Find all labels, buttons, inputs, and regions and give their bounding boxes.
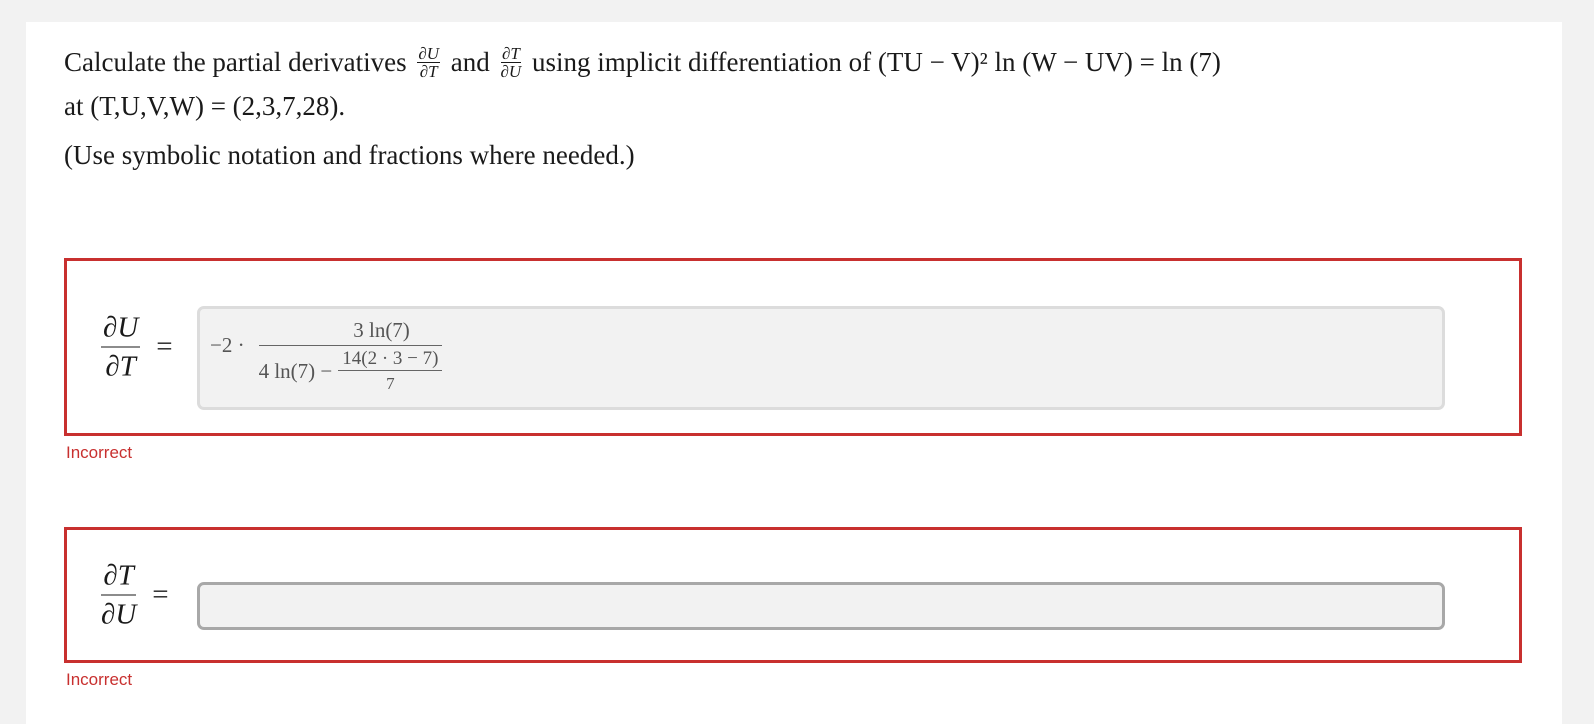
equals-sign: = xyxy=(156,330,173,363)
question-suffix: using implicit differentiation of (TU − … xyxy=(531,47,1221,77)
question-text: Calculate the partial derivatives ∂U ∂T … xyxy=(64,40,1524,128)
expr-fraction: 3 ln(7) 4 ln(7) − 14(2 · 3 − 7) 7 xyxy=(258,317,443,395)
expr-den-left: 4 ln(7) − xyxy=(258,359,333,383)
question-prefix: Calculate the partial derivatives xyxy=(64,47,407,77)
expr-denominator: 4 ln(7) − 14(2 · 3 − 7) 7 xyxy=(259,346,443,395)
answer-label-du-dt: ∂U ∂T = xyxy=(101,311,173,384)
answer-input-du-dt[interactable]: −2 · 3 ln(7) 4 ln(7) − 14(2 · 3 − 7) 7 xyxy=(197,306,1445,410)
answer-box-dt-du: ∂T ∂U = xyxy=(64,527,1522,663)
question-and: and xyxy=(450,47,490,77)
question-line-1: Calculate the partial derivatives ∂U ∂T … xyxy=(64,40,1524,84)
instruction-hint: (Use symbolic notation and fractions whe… xyxy=(64,140,635,170)
feedback-incorrect-2: Incorrect xyxy=(66,670,133,689)
question-line-2: at (T,U,V,W) = (2,3,7,28). xyxy=(64,91,346,121)
question-card: Calculate the partial derivatives ∂U ∂T … xyxy=(26,22,1562,724)
lhs-fraction: ∂T ∂U xyxy=(101,559,137,631)
lhs-fraction: ∂U ∂T xyxy=(101,311,141,383)
inline-fraction-du-dt: ∂U ∂T xyxy=(417,44,441,82)
feedback-incorrect-1: Incorrect xyxy=(66,443,133,462)
answer-label-dt-du: ∂T ∂U = xyxy=(101,559,169,632)
answer-box-du-dt: ∂U ∂T = −2 · 3 ln(7) 4 ln(7) − 14(2 · 3 … xyxy=(64,258,1522,436)
expr-inner-fraction: 14(2 · 3 − 7) 7 xyxy=(338,348,443,395)
expr-coefficient: −2 · xyxy=(210,332,245,357)
equals-sign: = xyxy=(152,578,169,611)
answer-input-dt-du[interactable] xyxy=(197,582,1445,630)
inline-fraction-dt-du: ∂T ∂U xyxy=(500,44,522,82)
entered-expression: −2 · 3 ln(7) 4 ln(7) − 14(2 · 3 − 7) 7 xyxy=(210,317,443,395)
expr-numerator: 3 ln(7) xyxy=(258,317,443,346)
